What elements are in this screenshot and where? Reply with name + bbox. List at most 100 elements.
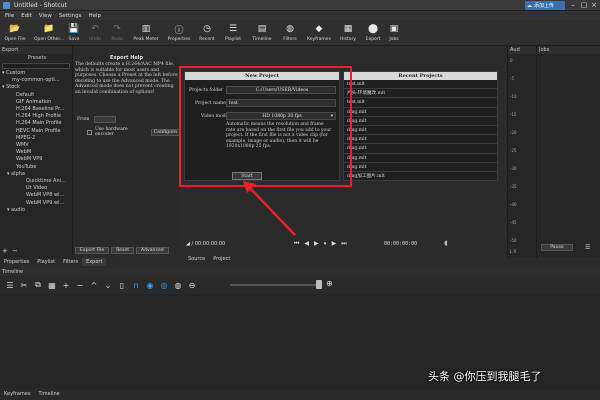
tree-group[interactable]: ▾ Stock bbox=[0, 84, 72, 91]
tree-item[interactable]: Quicktime Ani... bbox=[0, 178, 72, 185]
recent-project-item[interactable]: 片头-环境魔改.mlt bbox=[344, 89, 497, 99]
recent-project-item[interactable]: ding.mlt bbox=[344, 154, 497, 163]
playlist-button[interactable]: ☰ Playlist bbox=[222, 21, 244, 45]
export-buttons: Export File Reset Advanced bbox=[75, 247, 171, 254]
tab-timeline[interactable]: Timeline bbox=[35, 389, 64, 400]
hw-encoder-checkbox[interactable] bbox=[87, 129, 92, 135]
menu-file[interactable]: File bbox=[5, 13, 14, 19]
tab-playlist[interactable]: Playlist bbox=[33, 258, 59, 266]
tree-group[interactable]: ▾ Custom bbox=[0, 70, 72, 77]
open-file-button[interactable]: 📂 Open File bbox=[3, 21, 27, 45]
from-label: From bbox=[77, 117, 90, 122]
db-scale-10: -10 bbox=[510, 94, 517, 99]
tree-item[interactable]: WebM bbox=[0, 149, 72, 156]
overwrite-icon[interactable]: ⌄ bbox=[104, 281, 112, 290]
filters-button[interactable]: ◍ Filters bbox=[280, 21, 300, 45]
from-select[interactable] bbox=[93, 116, 116, 123]
open-other-button[interactable]: 📁 Open Other... bbox=[33, 21, 65, 45]
preset-search-input[interactable] bbox=[2, 63, 70, 69]
tree-item[interactable]: HEVC Main Profile bbox=[0, 128, 72, 135]
playback-controls[interactable]: ⏮◀▶⏸▶⏭ bbox=[294, 240, 352, 248]
recent-project-item[interactable]: ding.mlt bbox=[344, 144, 497, 154]
tree-item[interactable]: WMV bbox=[0, 142, 72, 149]
recent-project-item[interactable]: ding.mlt bbox=[344, 108, 497, 117]
export-icon: ⬤ bbox=[367, 24, 379, 34]
timeline-menu-icon[interactable]: ☰ bbox=[6, 281, 14, 290]
recent-project-item[interactable]: ding.mlt bbox=[344, 117, 497, 126]
scrub-icon[interactable]: ◉ bbox=[146, 281, 154, 290]
remove-preset-icon[interactable]: − bbox=[12, 247, 18, 255]
tab-keyframes[interactable]: Keyframes bbox=[0, 389, 35, 400]
jobs-panel-title: Jobs bbox=[537, 46, 600, 54]
tab-filters[interactable]: Filters bbox=[59, 258, 82, 266]
cloud-upload-button[interactable]: ☁ 添加上传 bbox=[525, 1, 565, 10]
tree-item[interactable]: H.264 Baseline Pr... bbox=[0, 106, 72, 113]
recent-project-item[interactable]: test.mlt bbox=[344, 98, 497, 108]
tree-item[interactable]: WebM VP9 wi... bbox=[0, 200, 72, 207]
undo-button[interactable]: ↶ Undo bbox=[88, 21, 102, 45]
ripple-icon[interactable]: ◎ bbox=[160, 281, 168, 290]
ripple-all-icon[interactable]: ◍ bbox=[174, 281, 182, 290]
recent-project-item[interactable]: test.mlt bbox=[344, 80, 497, 90]
properties-button[interactable]: ⓘ Properties bbox=[165, 21, 193, 45]
keyframes-button[interactable]: ◆ Keyframes bbox=[305, 21, 333, 45]
advanced-button[interactable]: Advanced bbox=[136, 247, 169, 254]
menu-settings[interactable]: Settings bbox=[59, 13, 82, 19]
remove-icon[interactable]: − bbox=[76, 281, 84, 290]
zoom-in-icon[interactable]: ⊕ bbox=[326, 279, 333, 288]
tree-item[interactable]: WebM VP9 bbox=[0, 156, 72, 163]
save-button[interactable]: 💾 Save bbox=[67, 21, 81, 45]
zoom-slider[interactable] bbox=[230, 284, 318, 286]
menu-edit[interactable]: Edit bbox=[21, 13, 32, 19]
paste-icon[interactable]: ▦ bbox=[48, 281, 56, 290]
maximize-icon[interactable]: □ bbox=[579, 0, 589, 11]
copy-icon[interactable]: ⧉ bbox=[34, 280, 42, 290]
tree-item[interactable]: Ut Video bbox=[0, 185, 72, 192]
split-icon[interactable]: ▯ bbox=[118, 281, 126, 290]
tree-item[interactable]: YouTube bbox=[0, 164, 72, 171]
tab-project[interactable]: Project bbox=[209, 255, 234, 263]
jobs-menu-icon[interactable]: ☰ bbox=[585, 244, 590, 251]
tree-group[interactable]: ▾ audio bbox=[0, 207, 72, 214]
export-button[interactable]: ⬤ Export bbox=[363, 21, 383, 45]
tree-item[interactable]: H.264 Main Profile bbox=[0, 120, 72, 127]
tree-item[interactable]: MPEG-2 bbox=[0, 135, 72, 142]
volume-icon[interactable]: ◖ bbox=[444, 239, 448, 247]
recent-project-item[interactable]: ding.mlt bbox=[344, 126, 497, 136]
peak-meter-button[interactable]: ▥ Peak Meter bbox=[132, 21, 160, 45]
timeline-button[interactable]: ▤ Timeline bbox=[250, 21, 274, 45]
tab-export[interactable]: Export bbox=[82, 258, 107, 266]
tab-properties[interactable]: Properties bbox=[0, 258, 33, 266]
close-icon[interactable]: × bbox=[589, 0, 599, 11]
recent-project-item[interactable]: ding加工图片.mlt bbox=[344, 172, 497, 182]
export-file-button[interactable]: Export File bbox=[75, 247, 110, 254]
recent-project-item[interactable]: ding.mlt bbox=[344, 135, 497, 145]
zoom-slider-handle[interactable] bbox=[316, 280, 322, 289]
tree-item[interactable]: my-common-opti... bbox=[0, 77, 72, 84]
tree-item[interactable]: GIF Animation bbox=[0, 99, 72, 106]
add-preset-icon[interactable]: + bbox=[2, 247, 8, 255]
minimize-icon[interactable]: – bbox=[568, 0, 578, 11]
redo-button[interactable]: ↷ Redo bbox=[110, 21, 124, 45]
recent-button[interactable]: ◷ Recent bbox=[198, 21, 216, 45]
jobs-button[interactable]: ▣ Jobs bbox=[386, 21, 402, 45]
tree-item[interactable]: H.264 High Profile bbox=[0, 113, 72, 120]
reset-button[interactable]: Reset bbox=[111, 247, 135, 254]
append-icon[interactable]: + bbox=[62, 281, 70, 290]
tree-item[interactable]: Default bbox=[0, 92, 72, 99]
lift-icon[interactable]: ^ bbox=[90, 281, 98, 290]
zoom-out-icon[interactable]: ⊖ bbox=[188, 281, 196, 290]
history-button[interactable]: ▦ History bbox=[337, 21, 359, 45]
pause-jobs-button[interactable]: Pause bbox=[541, 244, 573, 251]
snap-icon[interactable]: ∩ bbox=[132, 281, 140, 290]
menu-help[interactable]: Help bbox=[89, 13, 102, 19]
menu-view[interactable]: View bbox=[39, 13, 52, 19]
recent-project-item[interactable]: ding.mlt bbox=[344, 163, 497, 172]
tree-group[interactable]: ▾ alpha bbox=[0, 171, 72, 178]
configure-button[interactable]: Configure bbox=[150, 128, 180, 136]
annotation-arrow bbox=[243, 181, 296, 236]
tree-item[interactable]: WebM VP8 wi... bbox=[0, 192, 72, 199]
in-point-time[interactable]: 00:00:00:00 bbox=[384, 241, 417, 247]
cut-icon[interactable]: ✂ bbox=[20, 281, 28, 290]
tab-source[interactable]: Source bbox=[184, 255, 209, 263]
